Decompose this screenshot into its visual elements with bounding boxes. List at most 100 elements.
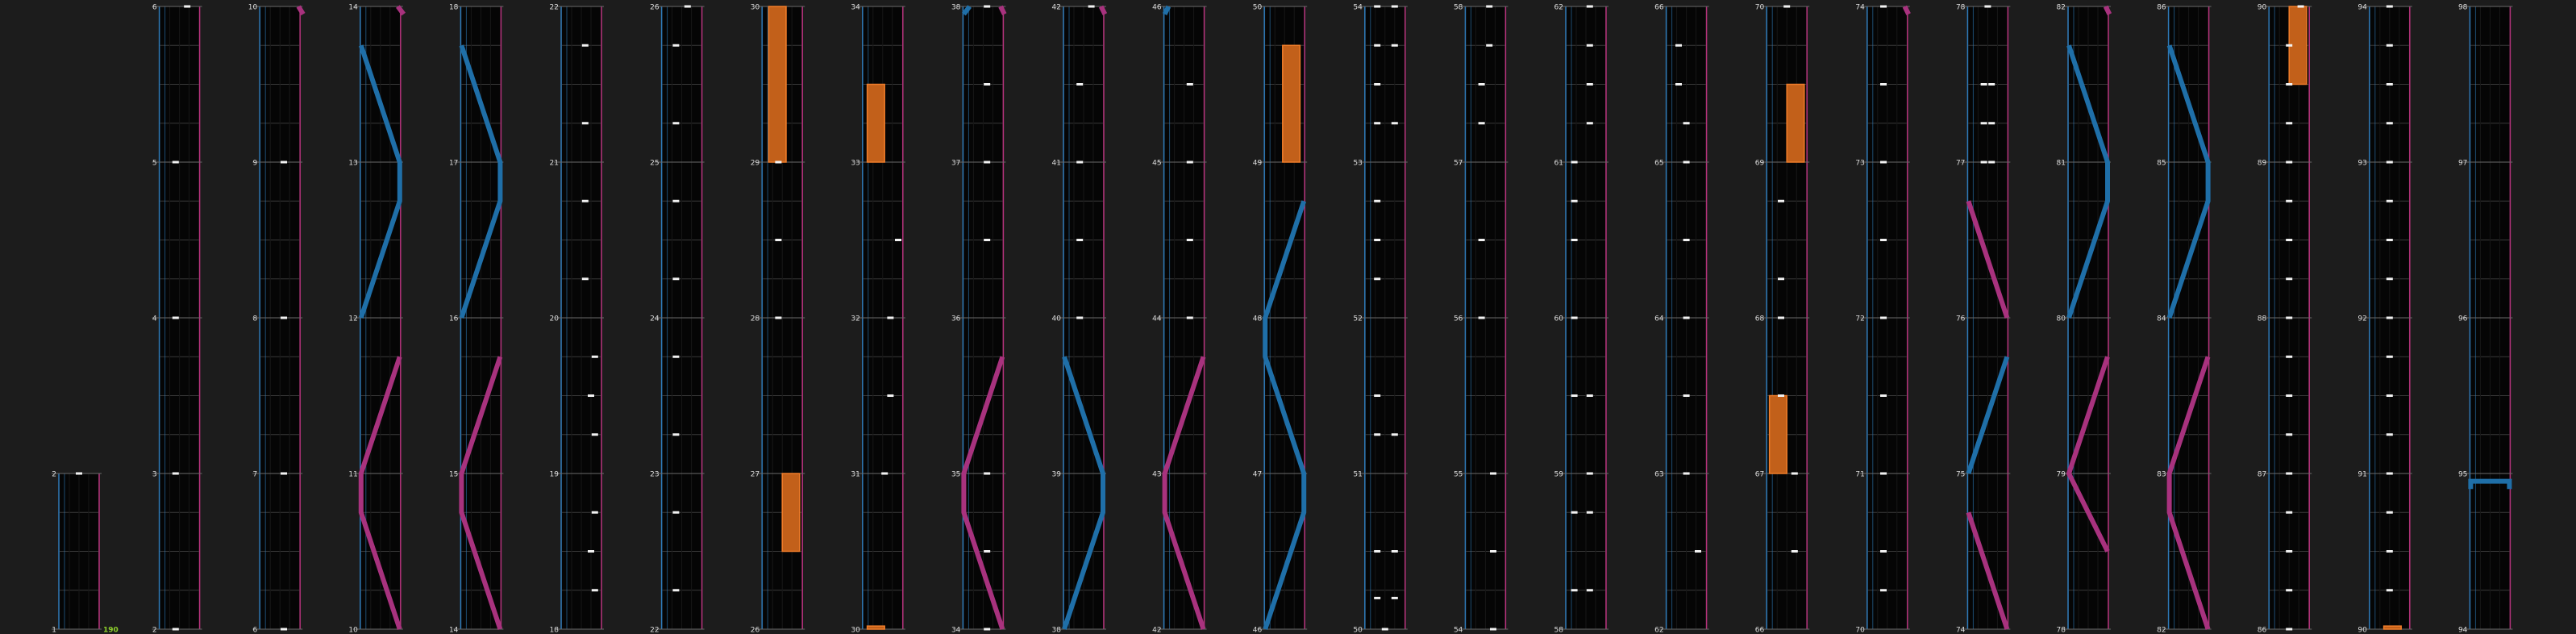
measure-label: 97	[2458, 160, 2467, 168]
measure-label: 54	[1454, 627, 1463, 634]
tap-note	[1381, 628, 1388, 631]
measure-label: 82	[2057, 4, 2066, 12]
tap-note	[2386, 589, 2393, 592]
hold-note	[781, 473, 801, 553]
tap-note	[2386, 277, 2393, 281]
measure-label: 57	[1454, 160, 1463, 168]
chart-svg: 1223456678910101112131414151617181819202…	[52, 4, 2513, 634]
tap-note	[581, 122, 589, 125]
tap-note	[1880, 161, 1887, 164]
measure-label: 17	[449, 160, 458, 168]
measure-label: 6	[252, 627, 257, 634]
tap-note	[1088, 5, 1095, 8]
tap-note	[588, 550, 594, 553]
measure-label: 70	[1855, 627, 1865, 634]
tap-note	[1675, 83, 1682, 86]
tap-note	[1374, 199, 1381, 202]
hold-note	[866, 625, 885, 630]
tap-note	[2286, 511, 2293, 514]
measure-label: 42	[1152, 627, 1161, 634]
tap-note	[1783, 5, 1791, 8]
measure-label: 93	[2358, 160, 2366, 168]
tap-note	[281, 628, 287, 631]
measure-label: 86	[2157, 4, 2166, 12]
tap-note	[881, 472, 888, 475]
tap-note	[1980, 83, 1987, 86]
tap-note	[172, 316, 179, 319]
measure-label: 7	[252, 471, 257, 479]
tap-note	[775, 239, 782, 241]
tap-note	[2386, 316, 2393, 319]
tap-note	[895, 239, 901, 241]
tap-note	[775, 316, 782, 319]
tap-note	[984, 239, 991, 241]
measure-label: 73	[1855, 160, 1864, 168]
tap-note	[2386, 5, 2393, 8]
measure-label: 96	[2458, 315, 2468, 323]
measure-label: 34	[851, 4, 860, 12]
tap-note	[1571, 239, 1578, 241]
measure-label: 43	[1152, 471, 1161, 479]
measure-label: 4	[152, 315, 157, 323]
measure-label: 89	[2258, 160, 2267, 168]
tap-note	[887, 394, 894, 397]
measure-label: 90	[2258, 4, 2267, 12]
measure-label: 28	[751, 315, 760, 323]
tap-note	[1683, 122, 1690, 125]
tap-note	[1880, 83, 1887, 86]
measure-label: 3	[152, 471, 157, 479]
measure-label: 32	[851, 315, 859, 323]
measure-label: 86	[2258, 627, 2267, 634]
tap-note	[984, 550, 991, 553]
tap-note	[2286, 239, 2293, 241]
tap-note	[281, 161, 287, 164]
tap-note	[1374, 239, 1381, 241]
tap-note	[1391, 44, 1398, 47]
measure-label: 60	[1554, 315, 1564, 323]
measure-label: 68	[1755, 315, 1765, 323]
measure-label: 25	[650, 160, 659, 168]
tap-note	[591, 355, 598, 358]
tap-note	[672, 199, 680, 202]
measure-label: 62	[1554, 4, 1563, 12]
measure-label: 66	[1755, 627, 1765, 634]
tap-note	[984, 161, 991, 164]
measure-label: 10	[248, 4, 258, 12]
tap-note	[1791, 472, 1798, 475]
measure-label: 67	[1755, 471, 1764, 479]
tap-note	[2386, 472, 2393, 475]
measure-label: 90	[2358, 627, 2367, 634]
measure-label: 53	[1353, 160, 1362, 168]
tap-note	[1490, 628, 1496, 631]
tap-note	[1586, 122, 1593, 125]
measure-label: 42	[1052, 4, 1061, 12]
tap-note	[1880, 589, 1887, 592]
tap-note	[1186, 316, 1193, 319]
tap-note	[2286, 589, 2293, 592]
tap-note	[1374, 433, 1381, 436]
measure-label: 11	[348, 471, 357, 479]
tap-note	[1374, 44, 1381, 47]
measure-label: 18	[550, 627, 560, 634]
measure-label: 50	[1253, 4, 1263, 12]
tap-note	[2386, 394, 2393, 397]
tap-note	[1374, 83, 1381, 86]
tap-note	[591, 589, 598, 592]
measure-label: 9	[252, 160, 257, 168]
measure-label: 55	[1454, 471, 1463, 479]
tap-note	[1778, 277, 1784, 281]
measure-label: 62	[1654, 627, 1663, 634]
measure-label: 14	[449, 627, 459, 634]
tap-note	[672, 511, 680, 514]
measure-label: 26	[751, 627, 760, 634]
tap-note	[1486, 44, 1493, 47]
measure-label: 63	[1654, 471, 1663, 479]
tap-note	[1486, 5, 1493, 8]
tap-note	[2386, 122, 2393, 125]
chart-stage: 1 2 2 3 4 5 6 6 7 8 9 10 10 11 12 13 14 14 15 16 17 18 18 19 20 2…	[0, 0, 2576, 634]
measure-label: 91	[2358, 471, 2366, 479]
measure-label: 98	[2458, 4, 2468, 12]
tap-note	[2286, 394, 2293, 397]
tap-note	[2286, 472, 2293, 475]
measure-label: 6	[152, 4, 157, 12]
